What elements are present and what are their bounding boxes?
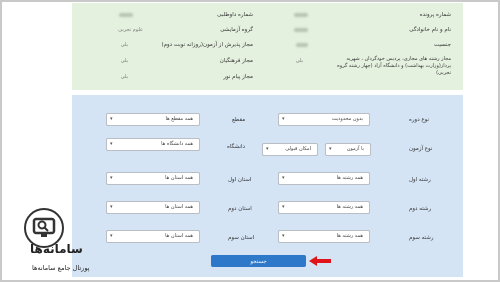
select-course-type-value: بدون محدودیت bbox=[331, 116, 363, 122]
select-course-type[interactable]: بدون محدودیت ▾ bbox=[278, 113, 370, 126]
red-arrow-icon bbox=[309, 256, 331, 266]
redacted-value bbox=[296, 43, 308, 47]
label-province-1: استان اول bbox=[228, 177, 252, 183]
monitor-search-icon bbox=[32, 217, 56, 237]
select-university-value: همه دانشگاه ها bbox=[161, 141, 193, 147]
chevron-down-icon: ▾ bbox=[110, 116, 113, 122]
info-label-candidate-number: شماره داوطلبی bbox=[217, 12, 253, 18]
info-label-payam-noor: مجاز پیام نور bbox=[223, 74, 253, 80]
info-label-gender: جنسیت bbox=[433, 42, 451, 48]
select-province-2[interactable]: همه استان ها ▾ bbox=[106, 201, 200, 214]
select-grade[interactable]: همه مقطع ها ▾ bbox=[106, 113, 200, 126]
info-label-farhangian: مجاز فرهنگیان bbox=[219, 58, 253, 64]
chevron-down-icon: ▾ bbox=[110, 141, 113, 147]
select-province-3[interactable]: همه استان ها ▾ bbox=[106, 230, 200, 243]
chevron-down-icon: ▾ bbox=[282, 175, 285, 181]
info-value-farhangian: بلی bbox=[120, 58, 128, 64]
label-province-2: استان دوم bbox=[228, 206, 252, 212]
select-province-2-value: همه استان ها bbox=[165, 204, 193, 210]
info-value-exam-group: علوم تجربی bbox=[118, 27, 143, 33]
select-field-3-value: همه رشته ها bbox=[336, 233, 363, 239]
info-label-full-name: نام و نام خانوادگی bbox=[409, 27, 451, 33]
redacted-value bbox=[294, 13, 308, 17]
redacted-value bbox=[119, 13, 133, 17]
select-grade-value: همه مقطع ها bbox=[165, 116, 193, 122]
label-university: دانشگاه bbox=[227, 144, 246, 150]
info-label-virtual-fields: مجاز رشته های مجازی، پردیس خودگردان ، شه… bbox=[337, 56, 451, 76]
watermark-title: سامانه‌ها bbox=[30, 242, 83, 256]
label-course-type: نوع دوره bbox=[409, 117, 430, 123]
chevron-down-icon: ▾ bbox=[329, 146, 332, 152]
info-value-virtual-fields: بلی bbox=[295, 58, 303, 64]
chevron-down-icon: ▾ bbox=[110, 175, 113, 181]
label-field-1: رشته اول bbox=[409, 177, 431, 183]
select-field-1[interactable]: همه رشته ها ▾ bbox=[278, 172, 370, 185]
chevron-down-icon: ▾ bbox=[110, 233, 113, 239]
chevron-down-icon: ▾ bbox=[266, 146, 269, 152]
label-province-3: استان سوم bbox=[228, 235, 255, 241]
candidate-info-panel: شماره پرونده شماره داوطلبی نام و نام خان… bbox=[72, 3, 463, 90]
select-field-3[interactable]: همه رشته ها ▾ bbox=[278, 230, 370, 243]
label-grade: مقطع bbox=[232, 117, 246, 123]
info-value-admission-second-shift: بلی bbox=[120, 42, 128, 48]
select-province-3-value: همه استان ها bbox=[165, 233, 193, 239]
select-acceptance-chance[interactable]: امکان قبولی ▾ bbox=[262, 143, 318, 156]
info-label-admission-second-shift: مجاز پذیرش از آزمون(روزانه نوبت دوم) bbox=[161, 42, 253, 48]
select-field-2[interactable]: همه رشته ها ▾ bbox=[278, 201, 370, 214]
select-province-1-value: همه استان ها bbox=[165, 175, 193, 181]
info-label-exam-group: گروه آزمایشی bbox=[220, 27, 253, 33]
watermark-subtitle: پورتال جامع سامانه‌ها bbox=[32, 264, 90, 272]
label-field-3: رشته سوم bbox=[409, 235, 434, 241]
select-field-1-value: همه رشته ها bbox=[336, 175, 363, 181]
select-university[interactable]: همه دانشگاه ها ▾ bbox=[106, 138, 200, 151]
chevron-down-icon: ▾ bbox=[282, 204, 285, 210]
info-label-file-number: شماره پرونده bbox=[419, 12, 451, 18]
select-field-2-value: همه رشته ها bbox=[336, 204, 363, 210]
select-acceptance-chance-value: امکان قبولی bbox=[285, 146, 311, 152]
redacted-value bbox=[294, 28, 308, 32]
select-exam-type-value: با آزمون bbox=[346, 146, 364, 152]
label-field-2: رشته دوم bbox=[409, 206, 432, 212]
select-exam-type[interactable]: با آزمون ▾ bbox=[325, 143, 371, 156]
select-province-1[interactable]: همه استان ها ▾ bbox=[106, 172, 200, 185]
chevron-down-icon: ▾ bbox=[282, 116, 285, 122]
label-exam-type: نوع آزمون bbox=[409, 146, 433, 152]
chevron-down-icon: ▾ bbox=[110, 204, 113, 210]
info-value-payam-noor: بلی bbox=[120, 74, 128, 80]
chevron-down-icon: ▾ bbox=[282, 233, 285, 239]
search-button[interactable]: جستجو bbox=[211, 255, 306, 267]
